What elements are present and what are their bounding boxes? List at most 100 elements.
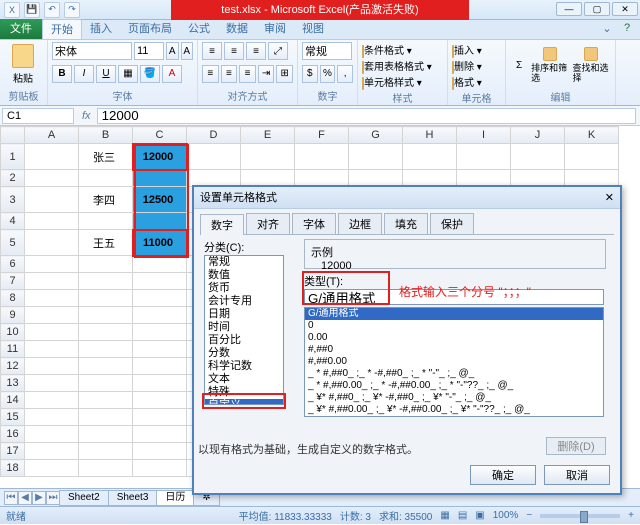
- tab-align[interactable]: 对齐: [246, 213, 290, 234]
- formula-input[interactable]: [97, 108, 636, 124]
- align-bottom-button[interactable]: ≡: [246, 42, 266, 60]
- layout-tab[interactable]: 页面布局: [120, 19, 180, 39]
- format-item[interactable]: 0: [305, 320, 603, 332]
- cell[interactable]: 李四: [79, 187, 133, 213]
- category-item[interactable]: 科学记数: [205, 360, 283, 373]
- prev-sheet-icon[interactable]: ◀: [18, 491, 32, 505]
- first-sheet-icon[interactable]: ⏮: [4, 491, 18, 505]
- col-header[interactable]: B: [79, 127, 133, 144]
- select-all-corner[interactable]: [1, 127, 25, 144]
- minimize-button[interactable]: —: [556, 2, 582, 16]
- col-header[interactable]: K: [565, 127, 619, 144]
- home-tab[interactable]: 开始: [42, 19, 82, 39]
- file-tab[interactable]: 文件: [0, 19, 42, 39]
- cell[interactable]: 张三: [79, 144, 133, 170]
- row-header[interactable]: 11: [1, 341, 25, 358]
- insert-cells-button[interactable]: 插入 ▾: [452, 42, 482, 57]
- format-item[interactable]: _ * #,##0.00_ ;_ * -#,##0.00_ ;_ * "-"??…: [305, 380, 603, 392]
- redo-icon[interactable]: ↷: [64, 2, 80, 18]
- format-list[interactable]: G/通用格式 0 0.00 #,##0 #,##0.00 _ * #,##0_ …: [304, 307, 604, 417]
- align-left-button[interactable]: ≡: [202, 65, 219, 83]
- sheet-tab[interactable]: Sheet2: [59, 490, 109, 506]
- sheet-tab[interactable]: Sheet3: [108, 490, 158, 506]
- table-format-button[interactable]: 套用表格格式 ▾: [362, 58, 432, 73]
- zoom-in-button[interactable]: +: [628, 510, 634, 521]
- col-header[interactable]: I: [457, 127, 511, 144]
- view-break-icon[interactable]: ▣: [475, 510, 484, 521]
- fx-icon[interactable]: fx: [82, 110, 91, 122]
- tab-protect[interactable]: 保护: [430, 213, 474, 234]
- row-header[interactable]: 12: [1, 358, 25, 375]
- maximize-button[interactable]: ▢: [584, 2, 610, 16]
- merge-button[interactable]: ⊞: [276, 65, 293, 83]
- row-header[interactable]: 1: [1, 144, 25, 170]
- category-item[interactable]: 文本: [205, 373, 283, 386]
- row-header[interactable]: 8: [1, 290, 25, 307]
- tab-border[interactable]: 边框: [338, 213, 382, 234]
- view-tab[interactable]: 视图: [294, 19, 332, 39]
- row-header[interactable]: 6: [1, 256, 25, 273]
- close-button[interactable]: ✕: [612, 2, 638, 16]
- row-header[interactable]: 18: [1, 460, 25, 477]
- row-header[interactable]: 10: [1, 324, 25, 341]
- cell[interactable]: [133, 170, 187, 187]
- sort-filter-button[interactable]: 排序和筛选: [530, 42, 569, 88]
- review-tab[interactable]: 审阅: [256, 19, 294, 39]
- last-sheet-icon[interactable]: ⏭: [46, 491, 60, 505]
- tab-font[interactable]: 字体: [292, 213, 336, 234]
- italic-button[interactable]: I: [74, 65, 94, 83]
- sheet-tab-active[interactable]: 日历: [156, 490, 194, 506]
- category-item[interactable]: 时间: [205, 321, 283, 334]
- col-header[interactable]: H: [403, 127, 457, 144]
- cell[interactable]: 12500: [133, 187, 187, 213]
- delete-format-button[interactable]: 删除(D): [546, 437, 606, 455]
- category-list[interactable]: 常规 数值 货币 会计专用 日期 时间 百分比 分数 科学记数 文本 特殊 自定…: [204, 255, 284, 405]
- orientation-button[interactable]: ⤢: [268, 42, 288, 60]
- row-header[interactable]: 5: [1, 230, 25, 256]
- format-cells-button[interactable]: 格式 ▾: [452, 74, 482, 89]
- align-center-button[interactable]: ≡: [221, 65, 238, 83]
- underline-button[interactable]: U: [96, 65, 116, 83]
- comma-button[interactable]: ,: [337, 65, 353, 83]
- row-header[interactable]: 9: [1, 307, 25, 324]
- col-header[interactable]: E: [241, 127, 295, 144]
- category-item[interactable]: 常规: [205, 256, 283, 269]
- border-button[interactable]: ▦: [118, 65, 138, 83]
- col-header[interactable]: J: [511, 127, 565, 144]
- col-header[interactable]: D: [187, 127, 241, 144]
- category-item[interactable]: 数值: [205, 269, 283, 282]
- tab-fill[interactable]: 填充: [384, 213, 428, 234]
- zoom-slider[interactable]: [540, 514, 620, 518]
- format-item[interactable]: #,##0.00: [305, 356, 603, 368]
- category-item[interactable]: 百分比: [205, 334, 283, 347]
- category-item[interactable]: 日期: [205, 308, 283, 321]
- bold-button[interactable]: B: [52, 65, 72, 83]
- formulas-tab[interactable]: 公式: [180, 19, 218, 39]
- row-header[interactable]: 16: [1, 426, 25, 443]
- align-right-button[interactable]: ≡: [239, 65, 256, 83]
- find-select-button[interactable]: 查找和选择: [572, 42, 611, 88]
- delete-cells-button[interactable]: 删除 ▾: [452, 58, 482, 73]
- cell[interactable]: 11000: [133, 230, 187, 256]
- cell[interactable]: 王五: [79, 230, 133, 256]
- insert-tab[interactable]: 插入: [82, 19, 120, 39]
- format-item[interactable]: G/通用格式: [305, 308, 603, 320]
- cancel-button[interactable]: 取消: [544, 465, 610, 485]
- category-item[interactable]: 分数: [205, 347, 283, 360]
- category-item[interactable]: 货币: [205, 282, 283, 295]
- cell-styles-button[interactable]: 单元格样式 ▾: [362, 74, 422, 89]
- dialog-close-icon[interactable]: ✕: [605, 187, 614, 208]
- data-tab[interactable]: 数据: [218, 19, 256, 39]
- format-item[interactable]: _ ¥* #,##0_ ;_ ¥* -#,##0_ ;_ ¥* "-"_ ;_ …: [305, 392, 603, 404]
- align-top-button[interactable]: ≡: [202, 42, 222, 60]
- indent-button[interactable]: ⇥: [258, 65, 275, 83]
- row-header[interactable]: 15: [1, 409, 25, 426]
- ok-button[interactable]: 确定: [470, 465, 536, 485]
- category-item[interactable]: 特殊: [205, 386, 283, 399]
- format-item[interactable]: 0.00: [305, 332, 603, 344]
- format-item[interactable]: #,##0;-#,##0: [305, 416, 603, 417]
- excel-icon[interactable]: X: [4, 2, 20, 18]
- cell[interactable]: 12000: [133, 144, 187, 170]
- row-header[interactable]: 2: [1, 170, 25, 187]
- decrease-font-button[interactable]: A: [181, 42, 194, 60]
